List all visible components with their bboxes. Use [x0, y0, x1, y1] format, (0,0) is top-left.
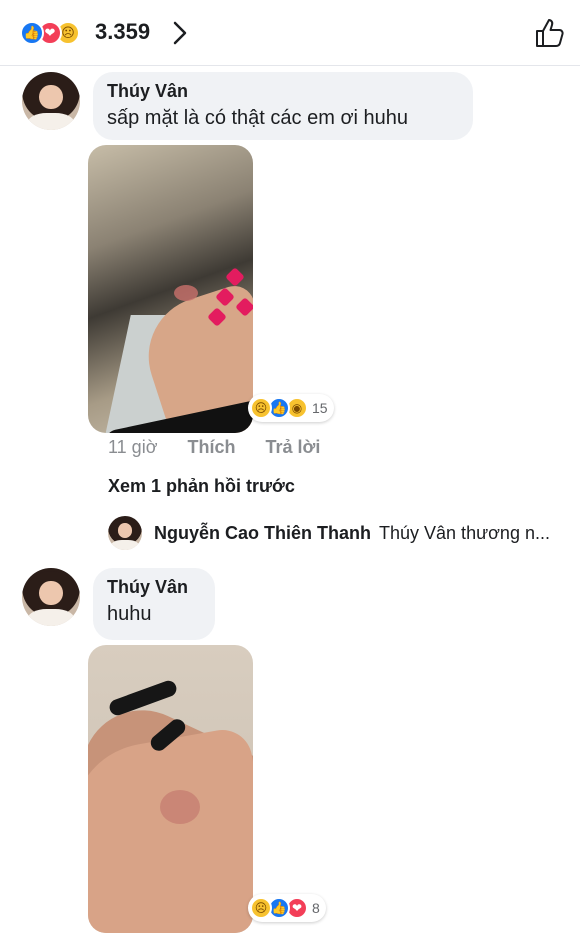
comment-time: 11 giờ [108, 437, 158, 457]
view-previous-replies[interactable]: Xem 1 phản hồi trước [108, 476, 295, 497]
reaction-icons: 👍 ❤ ☹ [20, 20, 80, 46]
sad-icon: ☹ [250, 897, 272, 919]
chevron-right-icon[interactable] [170, 20, 190, 46]
avatar[interactable] [22, 568, 80, 626]
sad-icon: ☹ [250, 397, 272, 419]
reply-preview[interactable]: Nguyễn Cao Thiên Thanh Thúy Vân thương n… [108, 516, 568, 550]
reaction-count: 15 [312, 400, 328, 416]
reaction-count: 8 [312, 900, 320, 916]
like-icon: 👍 [20, 21, 44, 45]
comment-photo[interactable] [88, 145, 253, 433]
comment-photo[interactable] [88, 645, 253, 933]
avatar[interactable] [22, 72, 80, 130]
comment-reactions[interactable]: ☹ 👍 ◉ 15 [248, 394, 334, 422]
comment-author[interactable]: Thúy Vân [107, 576, 201, 598]
comment-text: huhu [107, 603, 152, 625]
reply-text: Thúy Vân thương n... [379, 522, 550, 543]
comment-bubble[interactable]: Thúy Vân sấp mặt là có thật các em ơi hu… [93, 72, 473, 140]
avatar[interactable] [108, 516, 142, 550]
like-link[interactable]: Thích [188, 437, 236, 458]
reactions-bar[interactable]: 👍 ❤ ☹ 3.359 [0, 0, 580, 66]
comment-author[interactable]: Thúy Vân [107, 80, 459, 102]
reply-link[interactable]: Trả lời [266, 437, 321, 458]
like-button-icon[interactable] [533, 16, 567, 50]
reply-author[interactable]: Nguyễn Cao Thiên Thanh [154, 523, 371, 544]
comment-text: sấp mặt là có thật các em ơi huhu [107, 107, 409, 129]
comment-meta: 11 giờ Thích Trả lời [108, 437, 320, 458]
comment-reactions[interactable]: ☹ 👍 ❤ 8 [248, 894, 326, 922]
comment-bubble[interactable]: Thúy Vân huhu [93, 568, 215, 640]
reaction-count[interactable]: 3.359 [95, 19, 150, 45]
